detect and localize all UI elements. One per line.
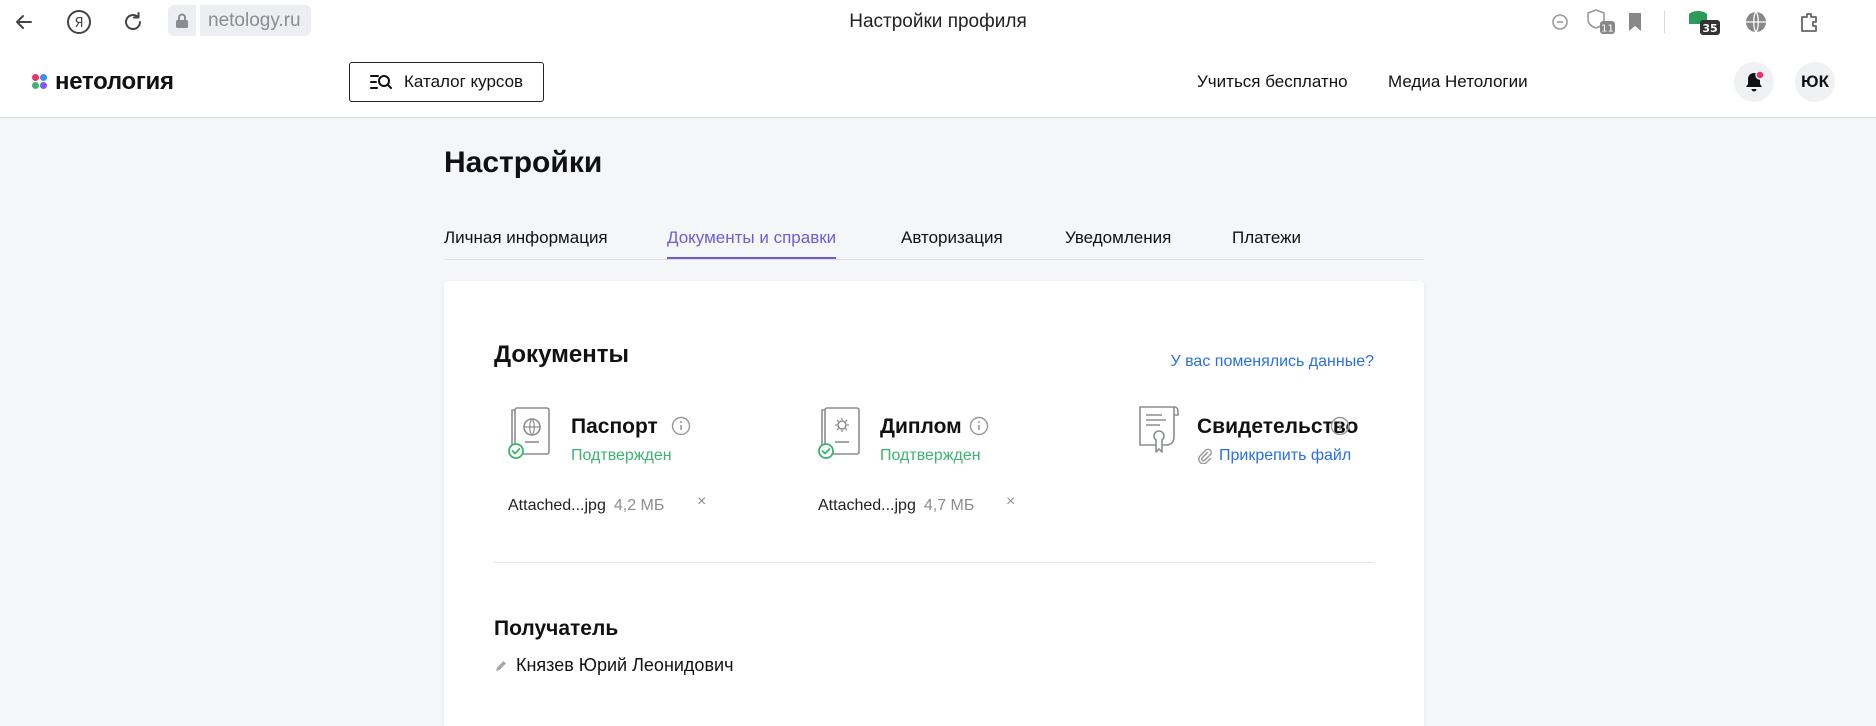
tab-authorization[interactable]: Авторизация [901,228,1003,258]
data-changed-link[interactable]: У вас поменялись данные? [1171,353,1375,371]
attach-file-label: Прикрепить файл [1219,447,1352,464]
nav-media[interactable]: Медиа Нетологии [1388,72,1528,92]
address-bar[interactable]: netology.ru [168,5,311,36]
file-size: 4,2 МБ [613,497,665,514]
info-icon[interactable] [671,416,691,436]
site-header: нетология Каталог курсов Учиться бесплат… [0,44,1876,118]
notifications-button[interactable] [1734,62,1774,102]
document-status: Подтвержден [880,447,981,464]
browser-toolbar: Я netology.ru Настройки профиля 11 35 [0,0,1876,44]
catalog-button-label: Каталог курсов [404,72,524,91]
catalog-search-icon [370,75,392,89]
tab-documents[interactable]: Документы и справки [667,228,837,259]
tab-personal-info[interactable]: Личная информация [444,228,608,258]
yandex-icon[interactable]: Я [64,7,94,37]
info-icon[interactable] [969,416,989,436]
section-divider [494,562,1374,563]
reload-icon[interactable] [119,8,147,36]
remove-file-icon[interactable]: × [1006,493,1015,511]
bookmark-icon[interactable] [1624,10,1646,34]
info-icon[interactable] [1330,416,1350,436]
documents-card: Документы У вас поменялись данные? Паспо… [444,281,1424,726]
certificate-icon [1139,406,1179,453]
url-text[interactable]: netology.ru [200,5,311,36]
attached-file[interactable]: Attached...jpg 4,2 МБ [508,497,664,515]
remove-file-icon[interactable]: × [697,493,706,511]
shield-extension-icon[interactable]: 11 [1584,6,1616,36]
chat-bubble-icon[interactable] [1548,10,1572,34]
avatar[interactable]: ЮК [1795,62,1835,102]
file-name: Attached...jpg [818,497,916,514]
logo-text: нетология [55,68,174,95]
passport-icon [508,407,550,459]
netology-logo[interactable]: нетология [32,68,174,96]
document-name: Диплом [880,415,962,438]
pencil-icon[interactable] [494,659,508,673]
diploma-icon [818,407,860,459]
page-title: Настройки [444,146,603,179]
file-size: 4,7 МБ [923,497,975,514]
extensions-icon[interactable] [1796,8,1824,36]
tab-notifications[interactable]: Уведомления [1065,228,1171,258]
tab-payments[interactable]: Платежи [1232,228,1301,258]
toolbar-divider [1664,11,1665,33]
back-arrow-icon[interactable] [10,8,38,36]
recipient-name: Князев Юрий Леонидович [516,655,734,675]
extension-badge: 11 [1601,24,1614,35]
lock-icon[interactable] [168,5,196,36]
settings-tabs: Личная информация Документы и справки Ав… [444,224,1424,260]
document-status: Подтвержден [571,447,672,464]
catalog-button[interactable]: Каталог курсов [349,62,544,102]
attached-file[interactable]: Attached...jpg 4,7 МБ [818,497,974,515]
recipient-heading: Получатель [494,617,619,640]
browser-tab-title: Настройки профиля [849,11,1027,32]
documents-heading: Документы [494,341,629,368]
file-name: Attached...jpg [508,497,606,514]
nav-learn-free[interactable]: Учиться бесплатно [1197,72,1348,92]
recipient-row[interactable]: Князев Юрий Леонидович [494,655,733,676]
globe-icon[interactable] [1742,8,1770,36]
logo-icon [32,74,48,90]
svg-text:Я: Я [74,16,83,31]
bell-icon [1746,71,1764,92]
green-extension-icon[interactable]: 35 [1686,6,1722,36]
paperclip-icon [1198,448,1212,464]
extension-badge: 35 [1702,22,1717,35]
document-name: Паспорт [571,415,658,438]
attach-file-link[interactable]: Прикрепить файл [1197,447,1351,465]
